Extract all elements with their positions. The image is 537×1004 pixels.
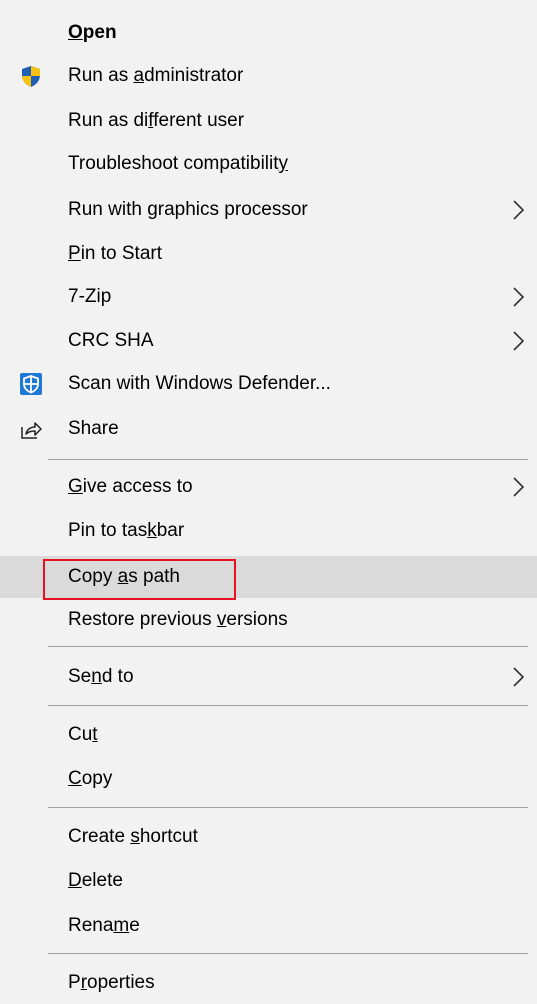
menu-item-label: Send to (68, 666, 134, 687)
menu-item-label: Create shortcut (68, 826, 198, 847)
menu-item-restore-previous-versions[interactable]: Restore previous versions (0, 599, 537, 641)
menu-item-label: Give access to (68, 476, 193, 497)
menu-item-label: Open (68, 22, 117, 43)
menu-item-label: Restore previous versions (68, 609, 288, 630)
chevron-right-icon (513, 667, 525, 687)
menu-item-label: CRC SHA (68, 330, 154, 351)
menu-item-scan-with-windows-defender[interactable]: Scan with Windows Defender... (0, 363, 537, 405)
highlight-annotation-box (43, 559, 236, 600)
menu-item-7-zip[interactable]: 7-Zip (0, 276, 537, 318)
menu-item-label: Copy (68, 768, 113, 789)
menu-item-label: Properties (68, 972, 155, 993)
menu-item-send-to[interactable]: Send to (0, 656, 537, 698)
menu-item-label: Rename (68, 915, 140, 936)
chevron-right-icon (513, 477, 525, 497)
menu-item-pin-to-start[interactable]: Pin to Start (0, 233, 537, 275)
menu-item-label: Run as different user (68, 110, 245, 131)
menu-item-label: 7-Zip (68, 286, 112, 307)
menu-separator (48, 646, 528, 647)
menu-item-properties[interactable]: Properties (0, 962, 537, 1004)
menu-separator (48, 705, 528, 706)
chevron-right-icon (513, 287, 525, 307)
menu-item-run-as-different-user[interactable]: Run as different user (0, 100, 537, 142)
menu-item-label: Run with graphics processor (68, 199, 308, 220)
menu-item-label: Troubleshoot compatibility (68, 153, 289, 174)
uac-shield-icon (19, 64, 43, 88)
menu-item-label: Pin to Start (68, 243, 163, 264)
menu-item-label: Cut (68, 724, 98, 745)
menu-item-create-shortcut[interactable]: Create shortcut (0, 816, 537, 858)
menu-item-label: Share (68, 418, 119, 439)
menu-item-share[interactable]: Share (0, 408, 537, 450)
chevron-right-icon (513, 200, 525, 220)
menu-item-copy[interactable]: Copy (0, 758, 537, 800)
share-icon (19, 417, 43, 441)
menu-item-give-access-to[interactable]: Give access to (0, 466, 537, 508)
menu-item-delete[interactable]: Delete (0, 860, 537, 902)
menu-separator (48, 953, 528, 954)
menu-item-pin-to-taskbar[interactable]: Pin to taskbar (0, 510, 537, 552)
chevron-right-icon (513, 331, 525, 351)
menu-separator (48, 807, 528, 808)
menu-item-label: Run as administrator (68, 65, 244, 86)
menu-item-label: Pin to taskbar (68, 520, 185, 541)
menu-item-crc-sha[interactable]: CRC SHA (0, 320, 537, 362)
windows-defender-icon (19, 372, 43, 396)
context-menu: Open Run as administrator Run as different… (0, 0, 537, 1004)
menu-item-run-with-graphics-processor[interactable]: Run with graphics processor (0, 189, 537, 231)
menu-separator (48, 459, 528, 460)
menu-item-run-as-administrator[interactable]: Run as administrator (0, 55, 537, 97)
menu-item-open[interactable]: Open (0, 12, 537, 54)
menu-item-label: Delete (68, 870, 123, 891)
menu-item-rename[interactable]: Rename (0, 905, 537, 947)
menu-item-label: Scan with Windows Defender... (68, 373, 331, 394)
menu-item-cut[interactable]: Cut (0, 714, 537, 756)
menu-item-troubleshoot-compatibility[interactable]: Troubleshoot compatibility (0, 143, 537, 185)
